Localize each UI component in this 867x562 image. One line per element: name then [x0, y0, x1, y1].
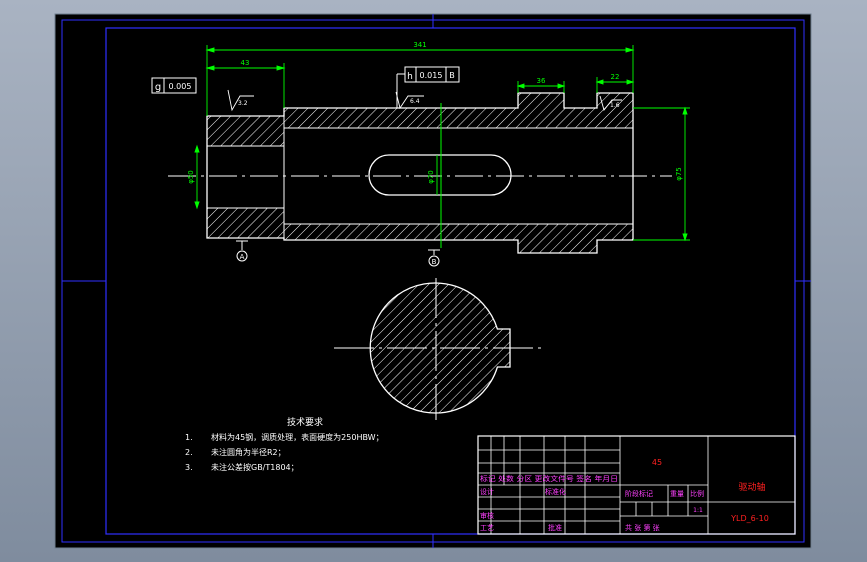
- roughness-2-value: 6.4: [410, 98, 420, 105]
- material-text: 45: [652, 458, 662, 467]
- revision-header-row: 标记 处数 分区 更改文件号 签名 年月日: [480, 474, 618, 483]
- dim-left-step: 43: [241, 59, 250, 67]
- flatness-symbol: g: [155, 82, 161, 93]
- tech-req-3-text: 未注公差按GB/T1804；: [211, 462, 299, 472]
- tech-req-2-num: 2.: [185, 448, 193, 457]
- cad-drawing-sheet: 341 43 36 22 φ50 φ70 φ75 3.2 6.4 1.6 g 0…: [54, 13, 812, 549]
- dim-center-diameter: φ70: [427, 170, 435, 184]
- stage-mark-label: 阶段标记: [625, 489, 653, 498]
- roughness-1-value: 3.2: [238, 100, 248, 107]
- flatness-value: 0.005: [169, 82, 192, 91]
- review-label: 审核: [480, 511, 494, 520]
- part-name: 驱动轴: [738, 481, 765, 493]
- tech-req-3-num: 3.: [185, 463, 193, 472]
- design-label: 设计: [480, 487, 494, 496]
- runout-datum: B: [449, 71, 455, 80]
- datum-b-label: B: [432, 258, 437, 266]
- scale-value: 1:1: [693, 507, 703, 514]
- dim-left-diameter: φ50: [187, 170, 195, 184]
- hatch-left-top: [207, 116, 284, 146]
- roughness-3-value: 1.6: [610, 102, 620, 109]
- dim-right-step: 22: [611, 73, 620, 81]
- standardize-label: 标准化: [545, 487, 566, 496]
- process-label: 工艺: [480, 524, 494, 532]
- tech-req-title: 技术要求: [287, 416, 323, 428]
- runout-symbol: h: [407, 72, 413, 82]
- approve-label: 批准: [548, 523, 562, 532]
- hatch-left-bottom: [207, 208, 284, 238]
- dim-right-diameter: φ75: [675, 167, 683, 181]
- weight-label: 重量: [670, 490, 684, 498]
- scale-label: 比例: [690, 489, 704, 498]
- tech-req-1-text: 材料为45钢，调质处理，表面硬度为250HBW；: [211, 432, 384, 442]
- tech-req-1-num: 1.: [185, 433, 193, 442]
- tech-req-2-text: 未注圆角为半径R2；: [211, 447, 286, 457]
- drawing-number: YLD_6-10: [730, 514, 769, 523]
- drawing-paper: [54, 13, 812, 549]
- dim-overall-length: 341: [413, 41, 426, 49]
- datum-a-label: A: [240, 253, 245, 261]
- runout-value: 0.015: [420, 71, 443, 80]
- dim-keyway-width: 36: [537, 77, 546, 85]
- sheet-count: 共 张 第 张: [625, 523, 660, 532]
